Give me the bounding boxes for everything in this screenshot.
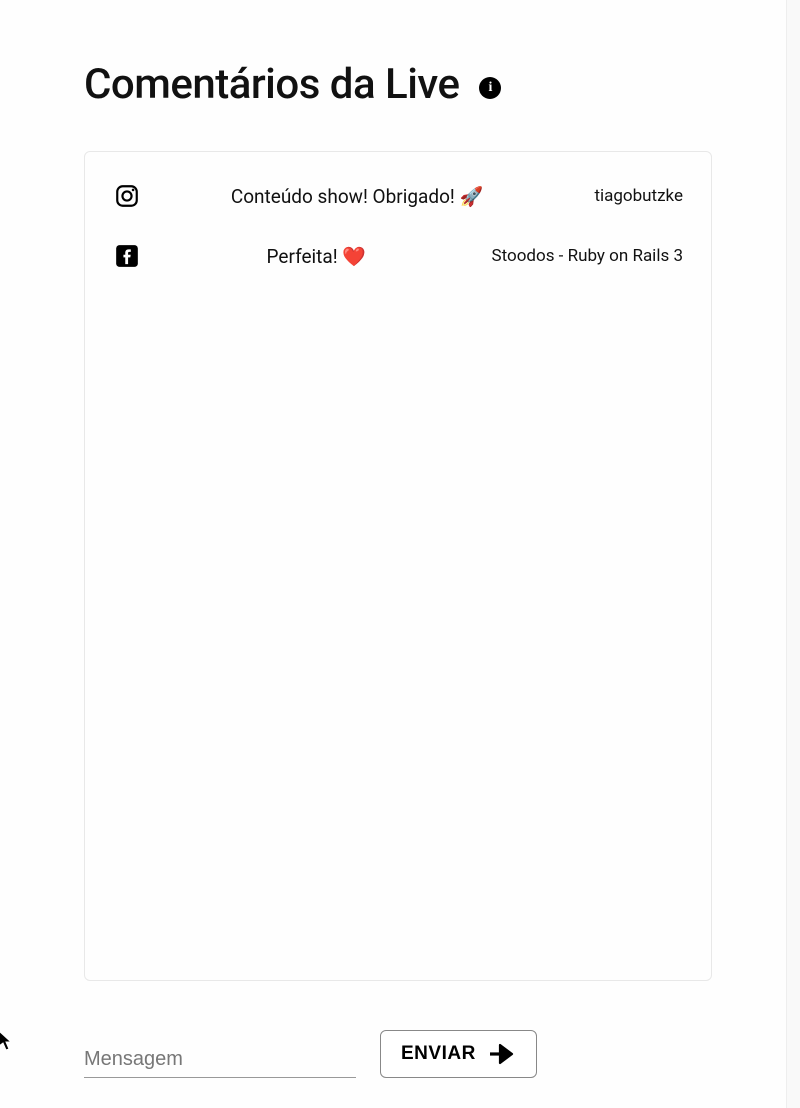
facebook-icon (113, 242, 141, 270)
header: Comentários da Live i (84, 60, 712, 109)
comments-list: Conteúdo show! Obrigado! 🚀 tiagobutzke P… (84, 151, 712, 981)
page-container: Comentários da Live i Conteúdo show! Obr… (0, 0, 800, 981)
instagram-icon (113, 182, 141, 210)
comment-text: Conteúdo show! Obrigado! 🚀 (159, 185, 555, 208)
comment-row: Conteúdo show! Obrigado! 🚀 tiagobutzke (113, 176, 683, 226)
cursor-icon (0, 1030, 14, 1052)
right-edge-strip (786, 0, 800, 1108)
info-icon[interactable]: i (479, 77, 501, 99)
send-button[interactable]: ENVIAR (380, 1030, 537, 1078)
comment-user: tiagobutzke (573, 186, 683, 206)
send-icon (490, 1043, 516, 1065)
comment-user: Stoodos - Ruby on Rails 3 (492, 246, 683, 266)
comment-row: Perfeita! ❤️ Stoodos - Ruby on Rails 3 (113, 226, 683, 286)
comment-text: Perfeita! ❤️ (159, 245, 474, 268)
footer: ENVIAR (84, 1030, 712, 1078)
page-title: Comentários da Live (84, 60, 459, 109)
send-button-label: ENVIAR (401, 1043, 476, 1065)
message-input[interactable] (84, 1040, 356, 1078)
